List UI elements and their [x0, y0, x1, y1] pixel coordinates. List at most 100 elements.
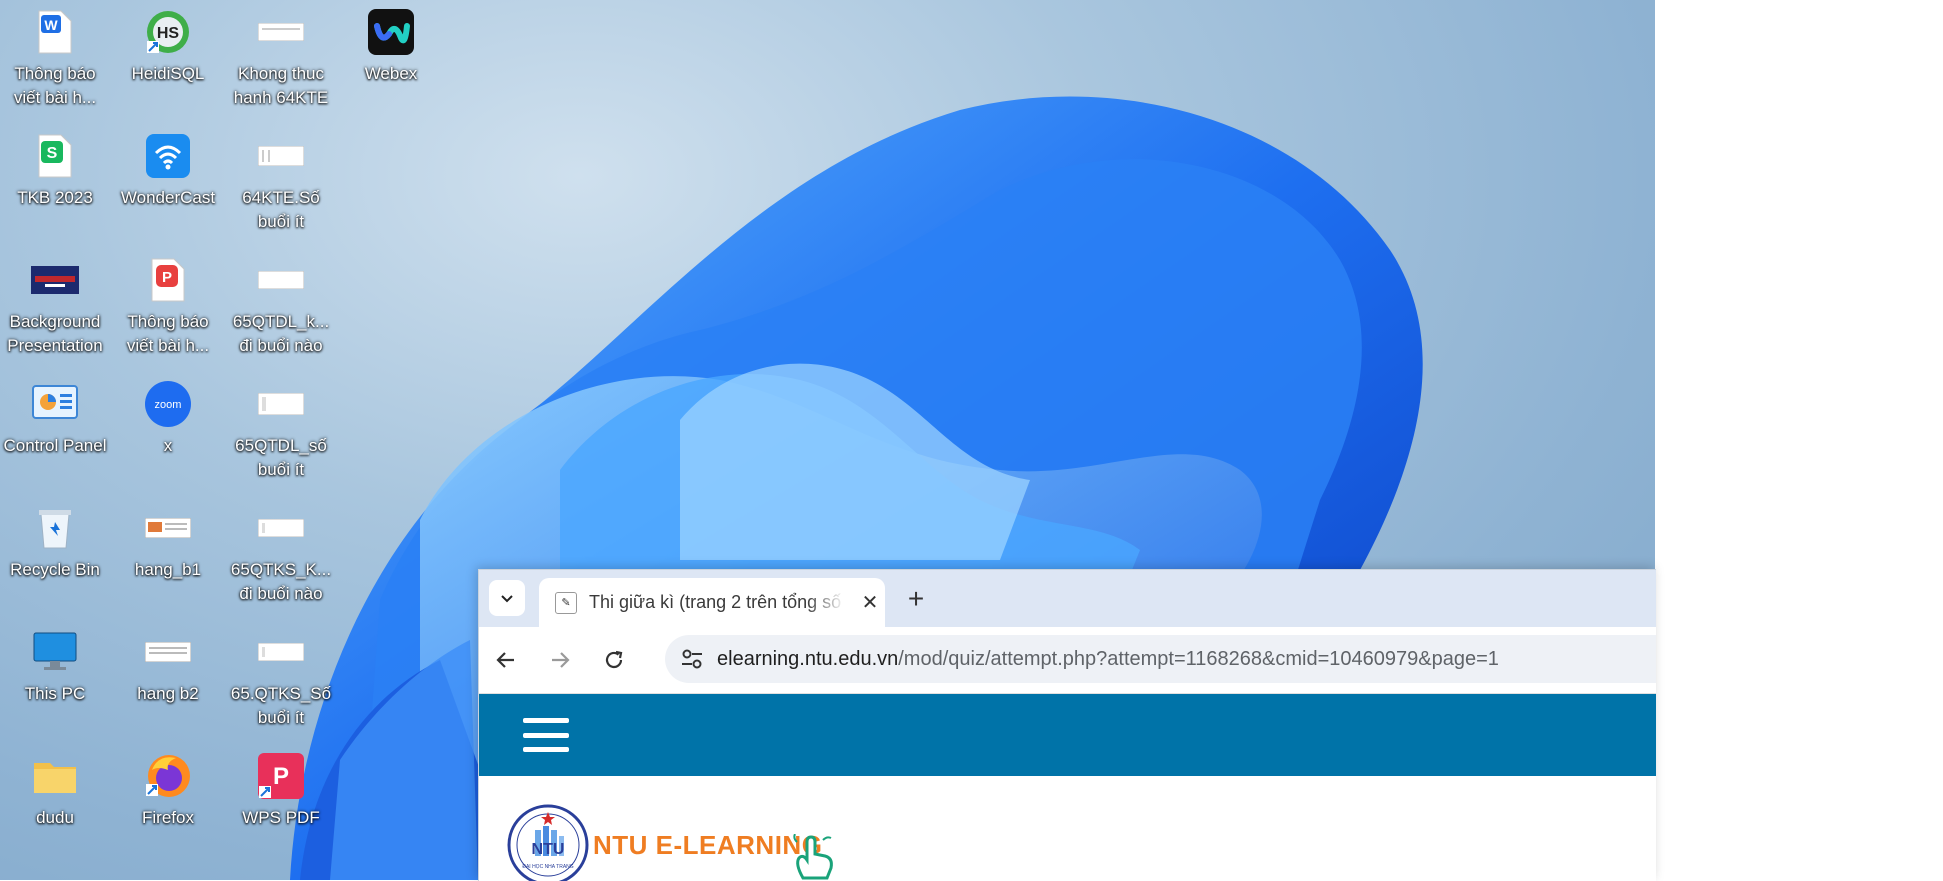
desktop-icon-zoom[interactable]: zoom x [113, 374, 223, 494]
svg-text:zoom: zoom [155, 399, 182, 411]
svg-text:P: P [162, 269, 172, 286]
chevron-down-icon [501, 595, 513, 603]
spreadsheet-thumbnail-icon [257, 380, 305, 428]
desktop-icon-background-presentation[interactable]: Background Presentation [0, 250, 110, 370]
desktop-icon-label: x [163, 436, 173, 455]
browser-tab[interactable]: ✎ Thi giữa kì (trang 2 trên tổng số 3) ✕ [539, 578, 885, 627]
desktop-icon-heidisql[interactable]: HS HeidiSQL [113, 2, 223, 122]
wps-sheet-icon: S [31, 132, 79, 180]
control-panel-icon [31, 380, 79, 428]
desktop-icon-khong-thuc-hanh[interactable]: Khong thuc hanh 64KTE [226, 2, 336, 122]
spreadsheet-thumbnail-icon [257, 628, 305, 676]
desktop-icon-recycle-bin[interactable]: Recycle Bin [0, 498, 110, 618]
wps-pdf-icon: P [257, 752, 305, 800]
desktop-icon-label: Khong thuc hanh 64KTE [233, 64, 329, 107]
desktop-icon-control-panel[interactable]: Control Panel [0, 374, 110, 494]
url-host: elearning.ntu.edu.vn [717, 647, 899, 670]
desktop-icon-this-pc[interactable]: This PC [0, 622, 110, 742]
svg-text:S: S [47, 145, 58, 162]
desktop-icon-label: Recycle Bin [10, 560, 100, 579]
spreadsheet-thumbnail-icon [257, 8, 305, 56]
url-path: /mod/quiz/attempt.php?attempt=1168268&cm… [898, 647, 1499, 670]
address-bar[interactable]: elearning.ntu.edu.vn/mod/quiz/attempt.ph… [665, 635, 1656, 683]
url-text: elearning.ntu.edu.vn/mod/quiz/attempt.ph… [717, 648, 1499, 671]
spreadsheet-thumbnail-icon [144, 628, 192, 676]
forward-button[interactable] [541, 641, 579, 679]
hamburger-menu-icon[interactable] [523, 718, 569, 752]
ntu-logo[interactable]: NTU ĐẠI HỌC NHA TRANG [507, 804, 589, 881]
word-doc-icon: W [31, 8, 79, 56]
desktop-icon-firefox[interactable]: Firefox [113, 746, 223, 866]
back-button[interactable] [487, 641, 525, 679]
reload-icon [605, 650, 623, 669]
tab-close-icon[interactable]: ✕ [859, 592, 881, 614]
reload-button[interactable] [595, 641, 633, 679]
desktop-icon-label: Control Panel [3, 436, 107, 455]
site-navbar [479, 694, 1656, 776]
desktop-icon-label: hang_b1 [134, 560, 202, 579]
tab-search-button[interactable] [489, 580, 525, 616]
browser-window: ✎ Thi giữa kì (trang 2 trên tổng số 3) ✕… [478, 569, 1656, 881]
desktop-icon-label: dudu [36, 808, 74, 827]
page-favicon-icon: ✎ [555, 591, 577, 614]
logo-caption: ĐẠI HỌC NHA TRANG [522, 864, 573, 870]
site-info-icon[interactable] [679, 646, 705, 672]
desktop-icon-dudu[interactable]: dudu [0, 746, 110, 866]
desktop-icon-label: Firefox [142, 808, 194, 827]
desktop-icon-label: 65QTKS_K... đi buổi nào [230, 560, 332, 603]
arrow-left-icon [496, 652, 514, 668]
desktop-icon-label: 65QTDL_k... đi buổi nào [232, 312, 330, 355]
spreadsheet-thumbnail-icon [144, 504, 192, 552]
spreadsheet-thumbnail-icon [257, 256, 305, 304]
svg-text:W: W [44, 17, 58, 33]
desktop-icon-65qtdl-so-buoi[interactable]: 65QTDL_số buổi ít [226, 374, 336, 494]
desktop-icon-thong-bao-word[interactable]: W Thông báo viết bài h... [0, 2, 110, 122]
desktop-icon-label: This PC [24, 684, 86, 703]
monitor-icon [31, 628, 79, 676]
desktop-icon-label: Thông báo viết bài h... [13, 64, 97, 107]
desktop-icon-wondercast[interactable]: WonderCast [113, 126, 223, 246]
heidisql-icon: HS [144, 8, 192, 56]
desktop-icon-tkb-2023[interactable]: S TKB 2023 [0, 126, 110, 246]
desktop-icon-label: 64KTE.Số buổi ít [242, 188, 320, 231]
recycle-bin-icon [31, 504, 79, 552]
logo-text: NTU [532, 841, 565, 858]
desktop-icon-webex[interactable]: Webex [336, 2, 446, 122]
desktop-icon-hang-b2[interactable]: hang b2 [113, 622, 223, 742]
zoom-icon: zoom [144, 380, 192, 428]
arrow-right-icon [552, 652, 570, 668]
desktop-icon-65qtdl-k[interactable]: 65QTDL_k... đi buổi nào [226, 250, 336, 370]
desktop-icon-label: WonderCast [120, 188, 216, 207]
desktop-icon-thong-bao-pdf[interactable]: P Thông báo viết bài h... [113, 250, 223, 370]
spreadsheet-thumbnail-icon [257, 504, 305, 552]
desktop-icon-hang-b1[interactable]: hang_b1 [113, 498, 223, 618]
desktop-icon-label: Webex [364, 64, 418, 83]
folder-icon [31, 752, 79, 800]
tab-title: Thi giữa kì (trang 2 trên tổng số 3) [589, 592, 845, 612]
desktop-icon-label: Background Presentation [7, 312, 103, 355]
desktop-icon-label: Thông báo viết bài h... [126, 312, 210, 355]
tab-strip: ✎ Thi giữa kì (trang 2 trên tổng số 3) ✕… [479, 570, 1656, 627]
wondercast-icon [144, 132, 192, 180]
firefox-icon [144, 752, 192, 800]
new-tab-button[interactable]: + [901, 583, 931, 614]
desktop-icon-label: TKB 2023 [17, 188, 93, 207]
desktop-icon-label: hang b2 [137, 684, 199, 703]
desktop-icon-wps-pdf[interactable]: P WPS PDF [226, 746, 336, 866]
desktop-icon-label: HeidiSQL [131, 64, 205, 83]
desktop-icon-64kte[interactable]: 64KTE.Số buổi ít [226, 126, 336, 246]
wps-pdf-doc-icon: P [144, 256, 192, 304]
pointer-hand-icon [793, 834, 833, 880]
desktop-icon-label: WPS PDF [242, 808, 320, 827]
svg-text:P: P [273, 763, 289, 790]
svg-text:HS: HS [157, 25, 180, 42]
spreadsheet-thumbnail-icon [257, 132, 305, 180]
desktop-icon-label: 65.QTKS_Số buổi ít [230, 684, 332, 727]
desktop-icon-65-qtks-so-buoi[interactable]: 65.QTKS_Số buổi ít [226, 622, 336, 742]
browser-toolbar: elearning.ntu.edu.vn/mod/quiz/attempt.ph… [479, 627, 1656, 694]
desktop-icon-65qtks-k[interactable]: 65QTKS_K... đi buổi nào [226, 498, 336, 618]
desktop-icon-label: 65QTDL_số buổi ít [235, 436, 327, 479]
webex-icon [367, 8, 415, 56]
presentation-thumbnail-icon [31, 256, 79, 304]
page-content: NTU ĐẠI HỌC NHA TRANG NTU E-LEARNING [479, 776, 1656, 881]
